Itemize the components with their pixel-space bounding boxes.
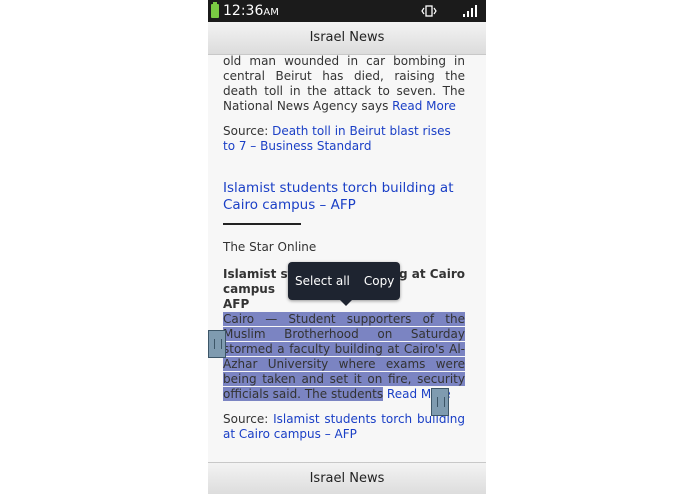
- source-label-2: Source:: [223, 412, 274, 426]
- popup-pointer: [339, 299, 353, 306]
- article2-body: Cairo — Student supporters of the Muslim…: [223, 312, 465, 402]
- article1-source: Source: Death toll in Beirut blast rises…: [223, 124, 465, 154]
- headline-divider: [223, 223, 301, 225]
- article2-title-part1: Islamist st: [223, 267, 294, 281]
- header-title: Israel News: [208, 22, 486, 55]
- clock-time: 12:36: [223, 3, 264, 19]
- select-all-button[interactable]: Select all: [288, 262, 357, 300]
- article2-headline[interactable]: Islamist students torch building at Cair…: [223, 180, 465, 214]
- status-bar: 12:36AM: [208, 0, 486, 22]
- status-clock: 12:36AM: [223, 3, 279, 21]
- article2-publisher: The Star Online: [223, 240, 317, 254]
- article2-title-part2: g at Cairo: [399, 267, 465, 281]
- article1-body: old man wounded in car bombing in centra…: [223, 54, 465, 114]
- text-selection-popup: Select all Copy: [288, 262, 400, 300]
- article1-read-more-link[interactable]: Read More: [392, 99, 456, 113]
- copy-button[interactable]: Copy: [357, 262, 401, 300]
- article1: old man wounded in car bombing in centra…: [223, 54, 465, 114]
- handle-grip-icon: [214, 339, 222, 349]
- signal-icon: [463, 5, 477, 17]
- vibrate-icon: [421, 5, 437, 17]
- handle-grip-icon: [437, 397, 445, 407]
- battery-icon: [211, 2, 219, 18]
- footer-title: Israel News: [208, 462, 486, 494]
- article2-source: Source: Islamist students torch building…: [223, 412, 465, 442]
- selection-start-handle[interactable]: [208, 330, 226, 358]
- source-label: Source:: [223, 124, 273, 138]
- clock-ampm: AM: [263, 7, 279, 18]
- selection-end-handle[interactable]: [431, 388, 449, 416]
- phone-screen: 12:36AM Israel News old man wounded in c…: [208, 0, 486, 494]
